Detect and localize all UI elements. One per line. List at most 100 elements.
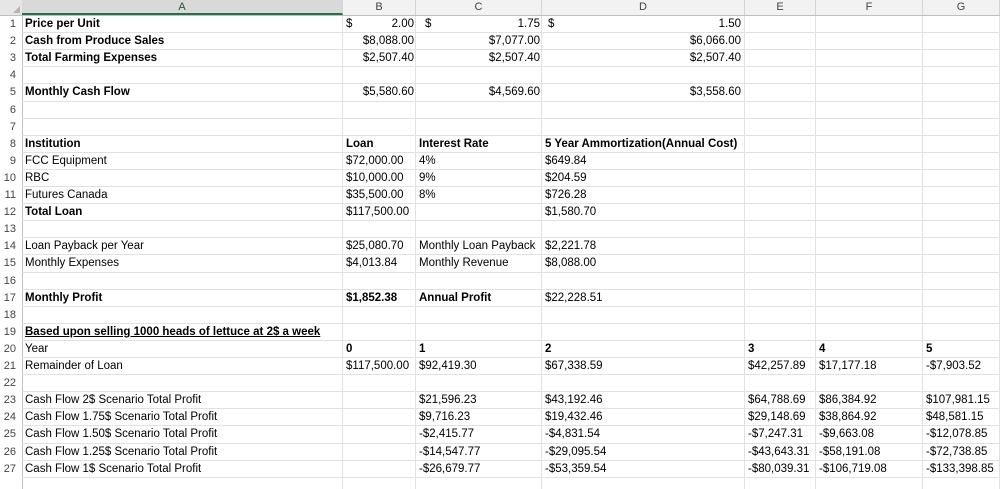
cell-b1[interactable]: 2.00 xyxy=(343,16,414,33)
row-header-4[interactable]: 4 xyxy=(0,67,22,85)
cell-c10[interactable]: 9% xyxy=(419,170,436,187)
cell-d11[interactable]: $726.28 xyxy=(545,187,587,204)
cell-f20[interactable]: 4 xyxy=(819,341,825,358)
cell-b8[interactable]: Loan xyxy=(346,136,373,153)
cell-f21[interactable]: $17,177.18 xyxy=(819,358,877,375)
cell-a24[interactable]: Cash Flow 1.75$ Scenario Total Profit xyxy=(25,409,217,426)
spreadsheet-grid[interactable]: ABCDEFG 1 Price per Unit $2.00 $1.75 $1.50 2 C… xyxy=(0,0,1000,489)
row-header-22[interactable]: 22 xyxy=(0,375,22,393)
row-header-21[interactable]: 21 xyxy=(0,358,22,375)
cell-c8[interactable]: Interest Rate xyxy=(419,136,489,153)
cell-f23[interactable]: $86,384.92 xyxy=(819,392,877,409)
row-header-15[interactable]: 15 xyxy=(0,255,22,273)
cell-d23[interactable]: $43,192.46 xyxy=(545,392,603,409)
cell-b11[interactable]: $35,500.00 xyxy=(346,187,404,204)
cell-c20[interactable]: 1 xyxy=(419,341,425,358)
cell-d25[interactable]: -$4,831.54 xyxy=(545,426,600,443)
cell-a21[interactable]: Remainder of Loan xyxy=(25,358,123,375)
row-header-24[interactable]: 24 xyxy=(0,409,22,427)
cell-d3[interactable]: $2,507.40 xyxy=(542,50,741,67)
column-header-e[interactable]: E xyxy=(745,0,816,15)
cell-c27[interactable]: -$26,679.77 xyxy=(419,461,480,478)
cell-f27[interactable]: -$106,719.08 xyxy=(819,461,887,478)
cell-b17[interactable]: $1,852.38 xyxy=(346,290,397,307)
cell-a12[interactable]: Total Loan xyxy=(25,204,82,221)
cell-c1[interactable]: 1.75 xyxy=(416,16,540,33)
cell-a23[interactable]: Cash Flow 2$ Scenario Total Profit xyxy=(25,392,201,409)
cell-g24[interactable]: $48,581.15 xyxy=(926,409,984,426)
cell-a25[interactable]: Cash Flow 1.50$ Scenario Total Profit xyxy=(25,426,217,443)
cell-b12[interactable]: $117,500.00 xyxy=(346,204,409,221)
row-header-27[interactable]: 27 xyxy=(0,460,22,478)
row-header-8[interactable]: 8 xyxy=(0,135,22,153)
cell-a15[interactable]: Monthly Expenses xyxy=(25,255,119,272)
cell-a19[interactable]: Based upon selling 1000 heads of lettuce… xyxy=(25,324,320,341)
cell-a26[interactable]: Cash Flow 1.25$ Scenario Total Profit xyxy=(25,444,217,461)
cell-c2[interactable]: $7,077.00 xyxy=(416,33,540,50)
cell-c15[interactable]: Monthly Revenue xyxy=(419,255,509,272)
column-header-f[interactable]: F xyxy=(816,0,923,15)
cell-d1[interactable]: 1.50 xyxy=(542,16,741,33)
row-header-23[interactable]: 23 xyxy=(0,392,22,410)
row-header-12[interactable]: 12 xyxy=(0,204,22,222)
cell-g25[interactable]: -$12,078.85 xyxy=(926,426,987,443)
cell-f24[interactable]: $38,864.92 xyxy=(819,409,877,426)
cell-a11[interactable]: Futures Canada xyxy=(25,187,107,204)
cell-b9[interactable]: $72,000.00 xyxy=(346,153,404,170)
cell-d2[interactable]: $6,066.00 xyxy=(542,33,741,50)
cell-b14[interactable]: $25,080.70 xyxy=(346,238,404,255)
cell-c21[interactable]: $92,419.30 xyxy=(419,358,477,375)
cell-d27[interactable]: -$53,359.54 xyxy=(545,461,606,478)
cell-d20[interactable]: 2 xyxy=(545,341,551,358)
cell-b15[interactable]: $4,013.84 xyxy=(346,255,397,272)
cell-a1[interactable]: Price per Unit xyxy=(25,16,100,33)
cell-g20[interactable]: 5 xyxy=(926,341,932,358)
cell-a2[interactable]: Cash from Produce Sales xyxy=(25,33,164,50)
row-header-10[interactable]: 10 xyxy=(0,169,22,187)
cell-a8[interactable]: Institution xyxy=(25,136,81,153)
cell-a20[interactable]: Year xyxy=(25,341,48,358)
cell-f26[interactable]: -$58,191.08 xyxy=(819,444,880,461)
column-header-g[interactable]: G xyxy=(923,0,1000,15)
cell-g26[interactable]: -$72,738.85 xyxy=(926,444,987,461)
row-header-13[interactable]: 13 xyxy=(0,221,22,239)
cell-e20[interactable]: 3 xyxy=(748,341,754,358)
cell-e24[interactable]: $29,148.69 xyxy=(748,409,806,426)
cell-c26[interactable]: -$14,547.77 xyxy=(419,444,480,461)
cell-c25[interactable]: -$2,415.77 xyxy=(419,426,474,443)
column-header-c[interactable]: C xyxy=(416,0,542,15)
cell-e25[interactable]: -$7,247.31 xyxy=(748,426,803,443)
row-header-11[interactable]: 11 xyxy=(0,187,22,204)
cell-d8[interactable]: 5 Year Ammortization(Annual Cost) xyxy=(545,136,737,153)
row-header-17[interactable]: 17 xyxy=(0,289,22,307)
cell-b10[interactable]: $10,000.00 xyxy=(346,170,404,187)
cell-a14[interactable]: Loan Payback per Year xyxy=(25,238,144,255)
row-header-26[interactable]: 26 xyxy=(0,443,22,461)
cell-c11[interactable]: 8% xyxy=(419,187,436,204)
cell-c3[interactable]: $2,507.40 xyxy=(416,50,540,67)
cell-e27[interactable]: -$80,039.31 xyxy=(748,461,809,478)
cell-c23[interactable]: $21,596.23 xyxy=(419,392,477,409)
row-header-7[interactable]: 7 xyxy=(0,118,22,136)
cell-g27[interactable]: -$133,398.85 xyxy=(926,461,994,478)
cell-c14[interactable]: Monthly Loan Payback xyxy=(419,238,535,255)
cell-b20[interactable]: 0 xyxy=(346,341,352,358)
row-header-9[interactable]: 9 xyxy=(0,152,22,170)
cell-d10[interactable]: $204.59 xyxy=(545,170,587,187)
cell-d12[interactable]: $1,580.70 xyxy=(545,204,596,221)
select-all-corner[interactable] xyxy=(0,0,23,15)
row-header-2[interactable]: 2 xyxy=(0,33,22,51)
cell-b5[interactable]: $5,580.60 xyxy=(343,84,414,101)
row-header-5[interactable]: 5 xyxy=(0,84,22,102)
column-header-d[interactable]: D xyxy=(542,0,745,15)
row-header-3[interactable]: 3 xyxy=(0,50,22,68)
cell-a17[interactable]: Monthly Profit xyxy=(25,290,102,307)
cell-d9[interactable]: $649.84 xyxy=(545,153,587,170)
cell-c24[interactable]: $9,716.23 xyxy=(419,409,470,426)
row-header-14[interactable]: 14 xyxy=(0,238,22,256)
cell-a10[interactable]: RBC xyxy=(25,170,49,187)
row-header-18[interactable]: 18 xyxy=(0,306,22,324)
row-header-25[interactable]: 25 xyxy=(0,426,22,444)
cell-a9[interactable]: FCC Equipment xyxy=(25,153,107,170)
cell-a5[interactable]: Monthly Cash Flow xyxy=(25,84,130,101)
